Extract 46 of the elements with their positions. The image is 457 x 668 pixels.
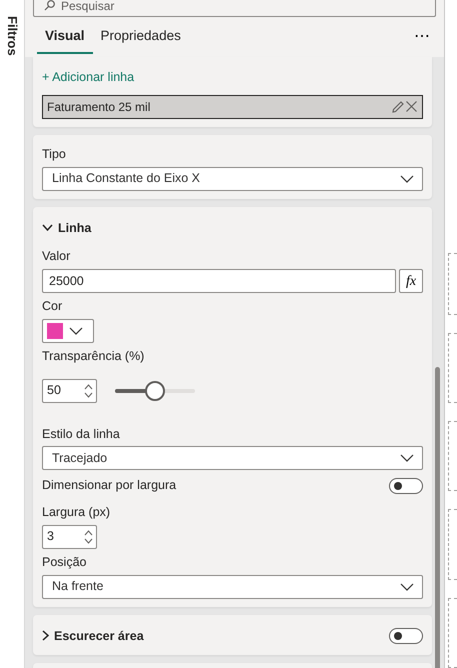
more-options-button[interactable]: ⋯ xyxy=(408,25,436,49)
field-label: Largura (px) xyxy=(42,504,110,521)
scrollbar-thumb[interactable] xyxy=(435,367,440,668)
search-field[interactable]: Pesquisar xyxy=(33,0,436,17)
close-icon[interactable] xyxy=(405,100,418,114)
dropdown[interactable]: Na frente xyxy=(42,574,423,598)
chevron-right-icon xyxy=(42,630,49,642)
drop-zone[interactable] xyxy=(448,420,457,492)
spin-arrows-icon xyxy=(84,528,93,545)
field-label: Transparência (%) xyxy=(42,348,144,365)
number-spinner[interactable]: 3 xyxy=(42,524,97,549)
number-spinner[interactable]: 50 xyxy=(42,378,97,402)
toggle-switch[interactable] xyxy=(389,478,423,494)
add-line-link[interactable]: + Adicionar linha xyxy=(42,68,134,87)
drop-zone[interactable] xyxy=(448,332,457,403)
toggle-switch[interactable] xyxy=(389,628,423,644)
chevron-down-icon xyxy=(400,582,414,590)
slider-thumb[interactable] xyxy=(145,380,165,400)
field-label: Posição xyxy=(42,554,86,571)
dropdown[interactable]: Tracejado xyxy=(42,446,423,470)
search-icon xyxy=(44,0,55,11)
color-picker[interactable] xyxy=(42,318,94,343)
section-header[interactable]: Linha xyxy=(42,218,92,238)
chevron-down-icon xyxy=(69,326,83,335)
drop-zone[interactable] xyxy=(448,509,457,580)
slider-track[interactable] xyxy=(115,380,195,400)
field-label: Tipo xyxy=(42,146,66,163)
tab[interactable]: Propriedades xyxy=(92,20,189,54)
chevron-down-icon xyxy=(42,224,53,232)
value-input[interactable]: 25000 xyxy=(42,269,396,293)
dropdown[interactable]: Linha Constante do Eixo X xyxy=(42,166,423,190)
spin-arrows-icon xyxy=(84,382,93,398)
filters-pane-tab[interactable]: Filtros xyxy=(2,16,22,668)
field-label: Estilo da linha xyxy=(42,426,120,442)
line-item[interactable]: Faturamento 25 mil xyxy=(42,94,423,119)
field-label: Valor xyxy=(42,248,70,266)
drop-zone[interactable] xyxy=(448,598,457,668)
pencil-icon[interactable] xyxy=(391,100,405,114)
formula-button[interactable]: fx xyxy=(399,269,423,293)
drop-zone[interactable] xyxy=(448,253,457,315)
chevron-down-icon xyxy=(400,454,414,462)
section-header[interactable]: Escurecer área xyxy=(42,626,144,646)
tab[interactable]: Visual xyxy=(37,20,93,54)
field-label: Cor xyxy=(42,298,62,315)
chevron-down-icon xyxy=(400,174,414,182)
field-label: Dimensionar por largura xyxy=(42,477,176,494)
